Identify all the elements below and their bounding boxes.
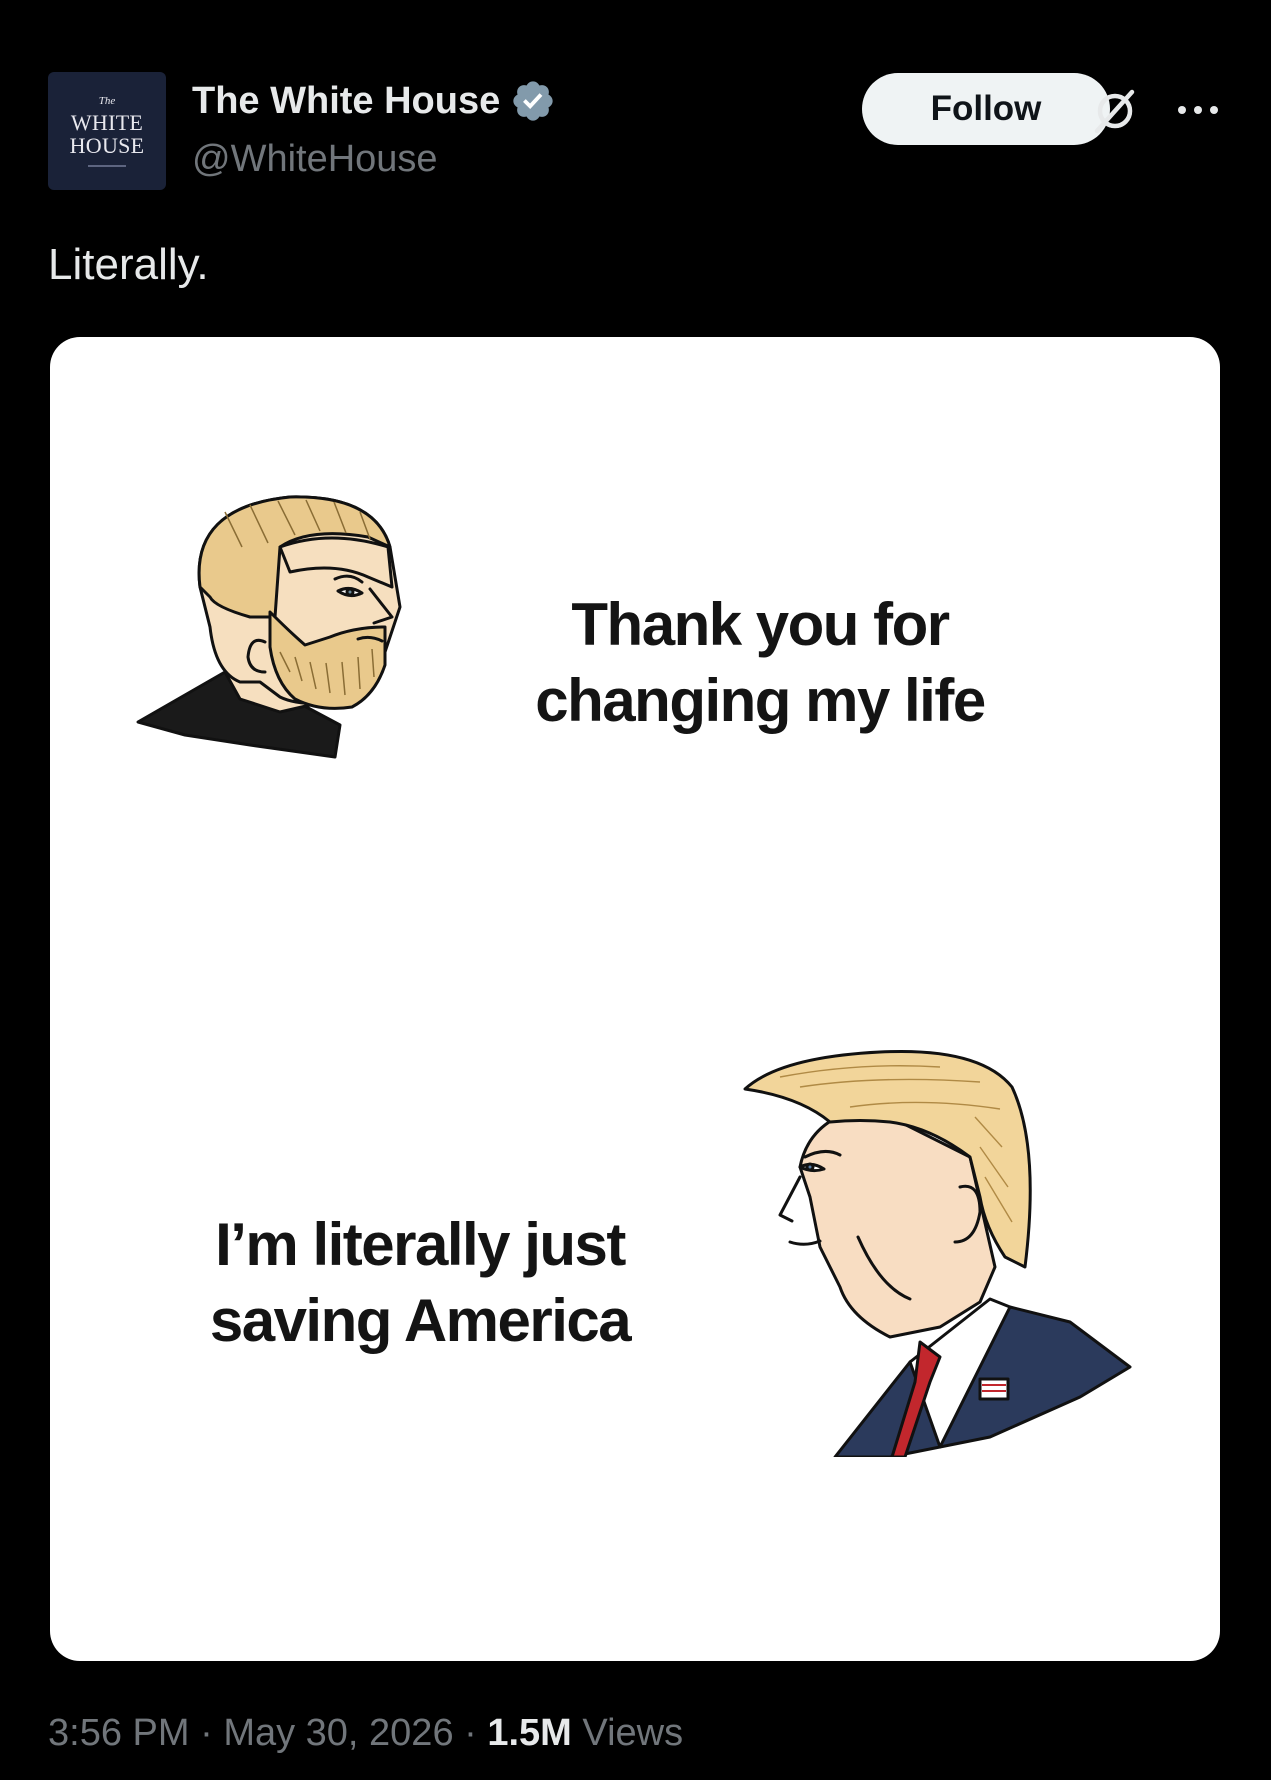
display-name[interactable]: The White House (192, 80, 500, 123)
tweet-media[interactable]: Thank you for changing my life I’m liter… (50, 337, 1220, 1661)
handle[interactable]: @WhiteHouse (192, 138, 438, 181)
avatar[interactable]: The WHITE HOUSE (48, 72, 166, 190)
tweet-text: Literally. (48, 240, 209, 289)
avatar-line-white: WHITE (70, 109, 144, 135)
top-caption-line-2: changing my life (535, 667, 986, 734)
bottom-caption: I’m literally just saving America (190, 1207, 650, 1359)
avatar-line-the: The (98, 94, 116, 107)
tweet-footer: 3:56 PM · May 30, 2026 · 1.5M Views (48, 1712, 683, 1755)
tweet-time[interactable]: 3:56 PM (48, 1712, 190, 1754)
grok-icon[interactable] (1088, 84, 1142, 138)
top-caption: Thank you for changing my life (490, 587, 1030, 739)
avatar-line-house: HOUSE (69, 132, 145, 158)
bottom-caption-line-1: I’m literally just (215, 1211, 626, 1278)
name-row: The White House (192, 78, 556, 124)
separator: · (453, 1712, 488, 1754)
tweet-date[interactable]: May 30, 2026 (223, 1712, 453, 1754)
suited-man-illustration (743, 1049, 1132, 1457)
bottom-caption-line-2: saving America (209, 1287, 632, 1354)
more-icon[interactable] (1168, 90, 1228, 130)
follow-button[interactable]: Follow (862, 73, 1110, 145)
avatar-rule (88, 164, 126, 167)
top-caption-line-1: Thank you for (571, 591, 950, 658)
tweet-header: The WHITE HOUSE The White House @WhiteHo… (48, 72, 1223, 192)
bearded-man-illustration (136, 495, 402, 759)
separator: · (189, 1712, 224, 1754)
views-label: Views (582, 1712, 684, 1754)
verified-badge-icon (513, 81, 553, 121)
views-count[interactable]: 1.5M (487, 1712, 571, 1754)
